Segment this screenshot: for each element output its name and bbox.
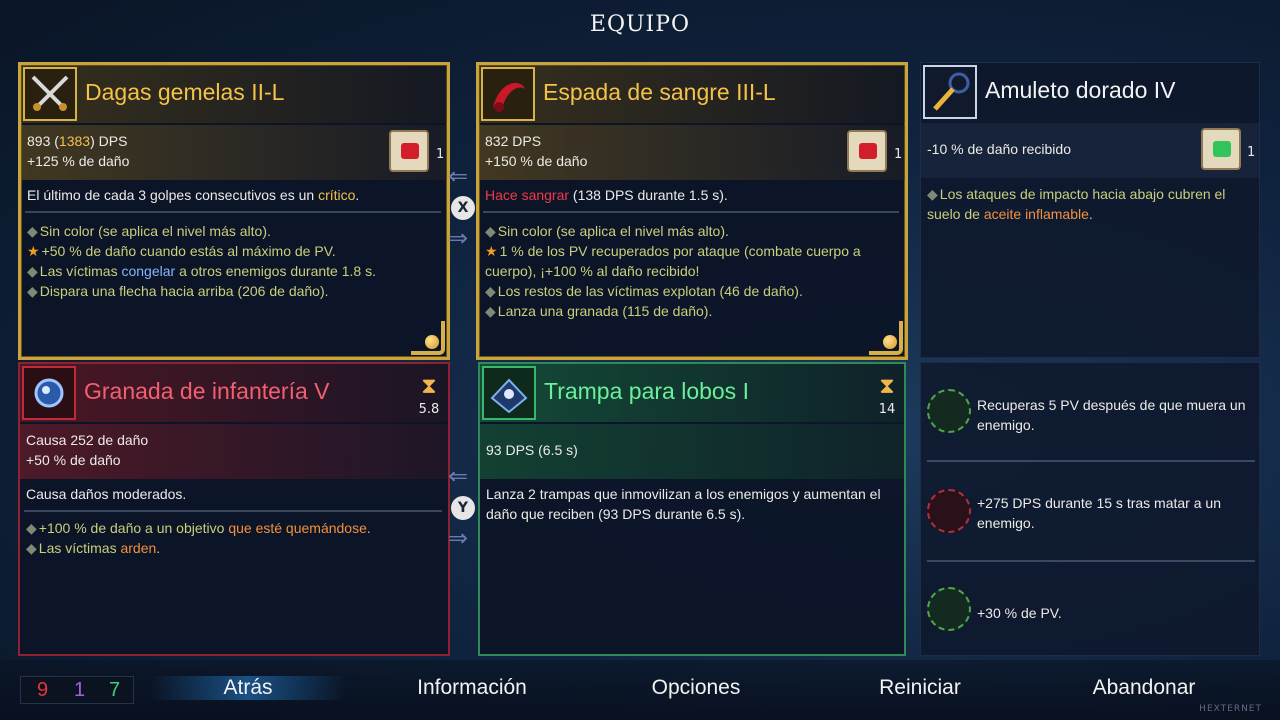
skill-card-1[interactable]: Granada de infantería V ⧗ 5.8 Causa 252 … — [18, 362, 450, 656]
gem-icon — [425, 335, 439, 349]
divider — [25, 211, 441, 213]
back-button[interactable]: Atrás — [150, 676, 346, 700]
restart-button[interactable]: Reiniciar — [846, 676, 994, 700]
weapon-name: Dagas gemelas II-L — [85, 79, 285, 105]
y-button-icon: Y — [451, 496, 475, 520]
twin-daggers-icon — [23, 67, 77, 121]
amulet-stats: -10 % de daño recibido 1 — [921, 123, 1259, 178]
damage-bonus: +125 % de daño — [27, 153, 130, 169]
legendary-corner — [869, 321, 903, 355]
scroll-stats-counter: 9 1 7 — [20, 676, 134, 704]
quit-button[interactable]: Abandonar — [1070, 676, 1218, 700]
hourglass-icon: ⧗ — [421, 374, 437, 399]
affix-line: ★ +50 % de daño cuando estás al máximo de… — [27, 243, 336, 259]
mutation-slot[interactable]: Recuperas 5 PV después de que muera un en… — [921, 367, 1259, 467]
arrow-left-icon: ⇐ — [448, 162, 469, 190]
tactics-count: 1 — [74, 679, 86, 701]
weapon-name: Espada de sangre III-L — [543, 79, 776, 105]
blood-sword-icon — [481, 67, 535, 121]
legendary-corner — [411, 321, 445, 355]
bottom-menu-bar: 9 1 7 Atrás Información Opciones Reinici… — [0, 660, 1280, 720]
wolf-trap-icon — [482, 366, 536, 420]
skill-name: Granada de infantería V — [84, 378, 330, 404]
mutation-slot[interactable]: +30 % de PV. — [921, 563, 1259, 655]
skill-name: Trampa para lobos I — [544, 378, 749, 404]
gem-icon — [883, 335, 897, 349]
affix-line: ◆ Las víctimas congelar a otros enemigos … — [27, 263, 376, 279]
skill-stats: 93 DPS (6.5 s) — [480, 424, 904, 479]
dps-value: 893 (1383) DPS — [27, 133, 128, 149]
skill-stats: Causa 252 de daño +50 % de daño — [20, 424, 448, 479]
x-button-icon: X — [451, 196, 475, 220]
weapon-description: El último de cada 3 golpes consecutivos … — [27, 187, 360, 203]
scroll-count: 1 — [1247, 145, 1256, 160]
weapon-card-2[interactable]: Espada de sangre III-L 832 DPS +150 % de… — [476, 62, 908, 360]
arrow-right-icon: ⇒ — [448, 224, 469, 252]
divider — [24, 510, 442, 512]
divider — [927, 560, 1255, 562]
affix-line: ◆ +100 % de daño a un objetivo que esté q… — [26, 520, 371, 536]
arrow-right-icon: ⇒ — [448, 524, 469, 552]
mutation-slot[interactable]: +275 DPS durante 15 s tras matar a un ene… — [921, 467, 1259, 567]
skill-stat: 93 DPS (6.5 s) — [486, 442, 578, 458]
affix-line: ★ 1 % de los PV recuperados por ataque (c… — [485, 243, 861, 259]
affix-line: suelo de aceite inflamable. — [927, 206, 1093, 222]
skill-description: Causa daños moderados. — [26, 486, 187, 502]
affix-line: ◆ Dispara una flecha hacia arriba (206 de… — [27, 283, 329, 299]
skill-description: Lanza 2 trampas que inmovilizan a los en… — [486, 486, 881, 502]
crossbow-icon — [927, 489, 971, 533]
survival-scroll-icon — [1201, 128, 1241, 170]
vampire-mouth-icon — [927, 389, 971, 433]
weapon-stats: 832 DPS +150 % de daño 1 — [479, 125, 905, 180]
skill-stat: Causa 252 de daño — [26, 432, 149, 448]
divider — [483, 211, 899, 213]
divider — [927, 460, 1255, 462]
page-title: EQUIPO — [589, 12, 691, 37]
golden-amulet-icon — [923, 65, 977, 119]
amulet-header: Amuleto dorado IV — [921, 63, 1259, 121]
brutality-scroll-icon — [389, 130, 429, 172]
cooldown-value: 14 — [878, 402, 896, 417]
mutation-text: +30 % de PV. — [977, 605, 1062, 621]
watermark: HEXTERNET — [1199, 704, 1262, 714]
skill-header: Trampa para lobos I ⧗ 14 — [480, 364, 904, 422]
brutality-scroll-icon — [847, 130, 887, 172]
scroll-count: 1 — [894, 147, 903, 162]
affix-line: ◆ Sin color (se aplica el nivel más alto)… — [485, 223, 729, 239]
mutations-panel: Recuperas 5 PV después de que muera un en… — [920, 362, 1260, 656]
scroll-count: 1 — [436, 147, 445, 162]
weapon-header: Espada de sangre III-L — [479, 65, 905, 123]
swap-skills[interactable]: ⇐ Y ⇒ — [448, 462, 480, 554]
weapon-description: Hace sangrar (138 DPS durante 1.5 s). — [485, 187, 728, 203]
options-button[interactable]: Opciones — [620, 676, 772, 700]
affix-line: ◆ Lanza una granada (115 de daño). — [485, 303, 713, 319]
cooldown-value: 5.8 — [418, 402, 440, 417]
survival-count: 7 — [109, 679, 121, 701]
hourglass-icon: ⧗ — [879, 374, 895, 399]
skill-stat: +50 % de daño — [26, 452, 121, 468]
mutation-text: Recuperas 5 PV después de que muera un en… — [977, 397, 1246, 433]
dps-value: 832 DPS — [485, 133, 542, 149]
amulet-card[interactable]: Amuleto dorado IV -10 % de daño recibido… — [920, 62, 1260, 358]
skill-header: Granada de infantería V ⧗ 5.8 — [20, 364, 448, 422]
amulet-name: Amuleto dorado IV — [985, 77, 1176, 103]
amulet-stat: -10 % de daño recibido — [927, 141, 1071, 157]
damage-bonus: +150 % de daño — [485, 153, 588, 169]
grenade-icon — [22, 366, 76, 420]
weapon-card-1[interactable]: Dagas gemelas II-L 893 (1383) DPS +125 %… — [18, 62, 450, 360]
info-button[interactable]: Información — [392, 676, 552, 700]
skill-description: daño que reciben (93 DPS durante 6.5 s). — [486, 506, 746, 522]
weapon-stats: 893 (1383) DPS +125 % de daño 1 — [21, 125, 447, 180]
affix-line: cuerpo), ¡+100 % al daño recibido! — [485, 263, 700, 279]
mutation-text: +275 DPS durante 15 s tras matar a un ene… — [977, 495, 1221, 531]
arrow-left-icon: ⇐ — [448, 462, 469, 490]
skill-card-2[interactable]: Trampa para lobos I ⧗ 14 93 DPS (6.5 s) … — [478, 362, 906, 656]
affix-line: ◆ Sin color (se aplica el nivel más alto)… — [27, 223, 271, 239]
affix-line: ◆ Los ataques de impacto hacia abajo cubr… — [927, 186, 1226, 202]
health-potion-icon — [927, 587, 971, 631]
affix-line: ◆ Las víctimas arden. — [26, 540, 161, 556]
brutality-count: 9 — [37, 679, 49, 701]
weapon-header: Dagas gemelas II-L — [21, 65, 447, 123]
affix-line: ◆ Los restos de las víctimas explotan (46… — [485, 283, 803, 299]
